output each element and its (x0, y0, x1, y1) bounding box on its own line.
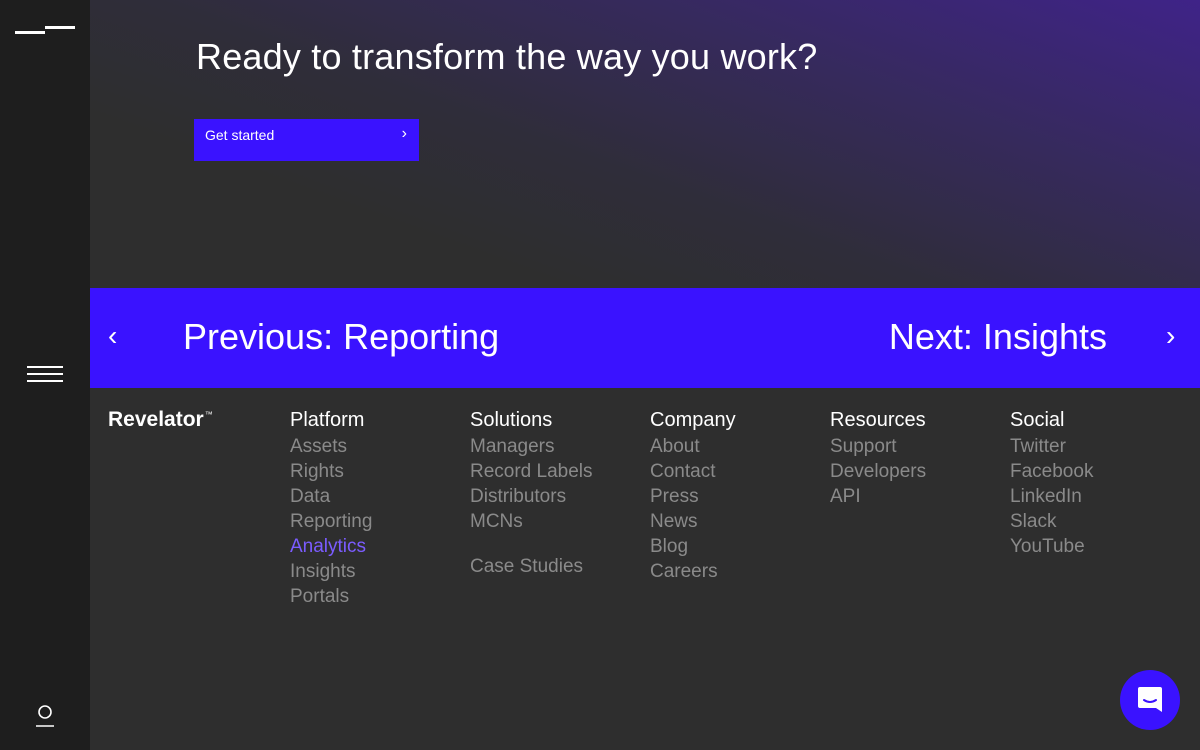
footer-link-reporting[interactable]: Reporting (290, 509, 372, 534)
footer-heading: Company (650, 409, 736, 431)
footer-link-analytics[interactable]: Analytics (290, 534, 372, 559)
footer-link-careers[interactable]: Careers (650, 559, 736, 584)
chevron-left-icon[interactable]: ‹ (108, 320, 117, 352)
footer-link-data[interactable]: Data (290, 484, 372, 509)
footer-link-record-labels[interactable]: Record Labels (470, 459, 593, 484)
footer-heading: Platform (290, 409, 365, 431)
user-icon[interactable] (34, 704, 56, 728)
footer-link-api[interactable]: API (830, 484, 926, 509)
brand-logo-icon[interactable] (15, 24, 75, 36)
footer-heading: Social (1010, 409, 1065, 431)
footer-link-slack[interactable]: Slack (1010, 509, 1093, 534)
get-started-button[interactable]: Get started › (194, 119, 419, 161)
footer-link-press[interactable]: Press (650, 484, 736, 509)
footer-column-platform: Platform Assets Rights Data Reporting An… (290, 408, 372, 609)
footer-heading: Solutions (470, 409, 553, 431)
footer-link-facebook[interactable]: Facebook (1010, 459, 1093, 484)
chat-launcher-button[interactable] (1120, 670, 1180, 730)
footer-column-company: Company About Contact Press News Blog Ca… (650, 408, 736, 584)
footer-link-twitter[interactable]: Twitter (1010, 434, 1093, 459)
brand-name: Revelator (108, 408, 204, 431)
hamburger-menu-icon[interactable] (27, 366, 63, 384)
trademark-symbol: ™ (204, 410, 213, 419)
footer-link-support[interactable]: Support (830, 434, 926, 459)
footer-column-resources: Resources Support Developers API (830, 408, 926, 509)
footer-link-rights[interactable]: Rights (290, 459, 372, 484)
footer-link-portals[interactable]: Portals (290, 584, 372, 609)
hero-title: Ready to transform the way you work? (196, 36, 818, 77)
footer-link-contact[interactable]: Contact (650, 459, 736, 484)
footer-link-blog[interactable]: Blog (650, 534, 736, 559)
get-started-label: Get started (205, 127, 275, 143)
footer-column-social: Social Twitter Facebook LinkedIn Slack Y… (1010, 408, 1093, 559)
footer-link-news[interactable]: News (650, 509, 736, 534)
footer-link-assets[interactable]: Assets (290, 434, 372, 459)
chevron-right-icon[interactable]: › (1166, 320, 1175, 352)
footer-link-youtube[interactable]: YouTube (1010, 534, 1093, 559)
footer-link-developers[interactable]: Developers (830, 459, 926, 484)
footer-link-case-studies[interactable]: Case Studies (470, 554, 593, 579)
footer-link-linkedin[interactable]: LinkedIn (1010, 484, 1093, 509)
next-page-link[interactable]: Next: Insights (889, 316, 1107, 358)
hero-section: Ready to transform the way you work? Get… (90, 0, 1200, 288)
footer-link-mcns[interactable]: MCNs (470, 509, 593, 534)
page-navigation-bar: ‹ Previous: Reporting Next: Insights › (90, 288, 1200, 388)
footer-heading: Resources (830, 409, 926, 431)
sidebar (0, 0, 90, 750)
footer-link-about[interactable]: About (650, 434, 736, 459)
chat-icon (1138, 687, 1162, 712)
footer-link-insights[interactable]: Insights (290, 559, 372, 584)
footer-brand[interactable]: Revelator™ (108, 408, 213, 432)
chevron-right-icon: › (401, 125, 407, 142)
footer-link-managers[interactable]: Managers (470, 434, 593, 459)
previous-page-link[interactable]: Previous: Reporting (183, 316, 499, 358)
footer-link-distributors[interactable]: Distributors (470, 484, 593, 509)
footer-column-solutions: Solutions Managers Record Labels Distrib… (470, 408, 593, 579)
